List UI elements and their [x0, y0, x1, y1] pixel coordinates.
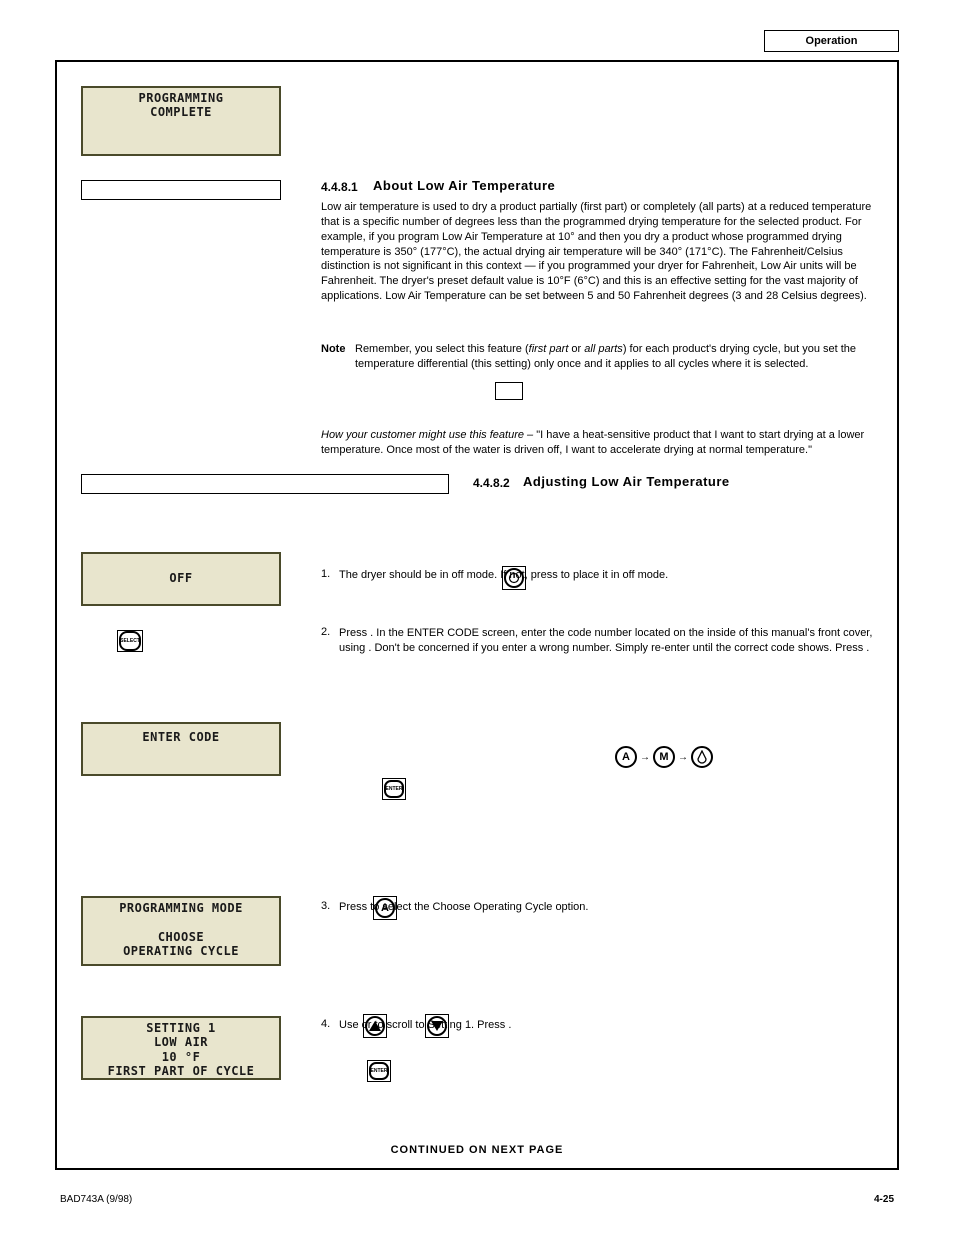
lcd-off: OFF: [81, 552, 281, 606]
step4-num: 4.: [321, 1018, 330, 1030]
on-off-circle: [504, 568, 524, 588]
step3-num: 3.: [321, 900, 330, 912]
up-circle: [365, 1016, 385, 1036]
section-heading-adjust: Adjusting Low Air Temperature: [523, 474, 730, 489]
lcd-programming-complete: PROGRAMMING COMPLETE: [81, 86, 281, 156]
header-box: Operation: [764, 30, 899, 52]
a-icon-step3[interactable]: A: [373, 896, 397, 920]
note-body: Remember, you select this feature (first…: [355, 342, 877, 372]
select-icon[interactable]: SELECT: [117, 630, 143, 652]
up-arrow-icon[interactable]: [363, 1014, 387, 1038]
step2-text: Press . In the ENTER CODE screen, enter …: [339, 626, 879, 806]
note-first-part: first part: [529, 343, 569, 355]
arrow-2: →: [677, 752, 689, 763]
enter-icon-1[interactable]: ENTER: [382, 778, 406, 800]
section-heading-about: About Low Air Temperature: [373, 178, 555, 193]
lcd-enter-code: ENTER CODE: [81, 722, 281, 776]
a-icon[interactable]: A: [615, 746, 637, 768]
step1-num: 1.: [321, 568, 330, 580]
select-circle: SELECT: [119, 631, 141, 651]
blank-box-wide: [81, 474, 449, 494]
enter-icon-2[interactable]: ENTER: [367, 1060, 391, 1082]
lcd-setting1: SETTING 1 LOW AIR 10 °F FIRST PART OF CY…: [81, 1016, 281, 1080]
step2-num: 2.: [321, 626, 330, 638]
blank-box-1: [81, 180, 281, 200]
a-circle-step3: A: [375, 898, 395, 918]
on-off-icon[interactable]: [502, 566, 526, 590]
footer-page: 4-25: [874, 1194, 894, 1205]
m-icon[interactable]: M: [653, 746, 675, 768]
section-number-adjust: 4.4.8.2: [473, 476, 510, 490]
lcd-programming-mode: PROGRAMMING MODE CHOOSE OPERATING CYCLE: [81, 896, 281, 966]
tip-paragraph: How your customer might use this feature…: [321, 428, 876, 458]
tip-lead: How your customer might use this feature…: [321, 429, 536, 441]
note-label: Note: [321, 342, 345, 357]
arrow-1: →: [639, 752, 651, 763]
step4-text: Use or to scroll to Setting 1. Press .: [339, 1018, 879, 1033]
continued-label: CONTINUED ON NEXT PAGE: [57, 1143, 897, 1158]
drop-icon[interactable]: [691, 746, 713, 768]
main-frame: PROGRAMMING COMPLETE 4.4.8.1 About Low A…: [55, 60, 899, 1170]
blank-box-small: [495, 382, 523, 400]
enter-circle-1: ENTER: [384, 780, 404, 798]
footer-code: BAD743A (9/98): [60, 1194, 132, 1205]
about-paragraph: Low air temperature is used to dry a pro…: [321, 200, 876, 304]
amd-icon-row: A → M →: [615, 746, 713, 768]
note-mid: or: [568, 343, 584, 355]
section-number-about: 4.4.8.1: [321, 180, 358, 194]
page-root: Operation PROGRAMMING COMPLETE 4.4.8.1 A…: [0, 0, 954, 1235]
note-pre: Remember, you select this feature (: [355, 343, 529, 355]
down-circle: [427, 1016, 447, 1036]
down-arrow-icon[interactable]: [425, 1014, 449, 1038]
note-all-parts: all parts: [584, 343, 623, 355]
step3-text: Press to select the Choose Operating Cyc…: [339, 900, 879, 915]
step1-text: The dryer should be in off mode. If not,…: [339, 568, 879, 583]
enter-circle-2: ENTER: [369, 1062, 389, 1080]
